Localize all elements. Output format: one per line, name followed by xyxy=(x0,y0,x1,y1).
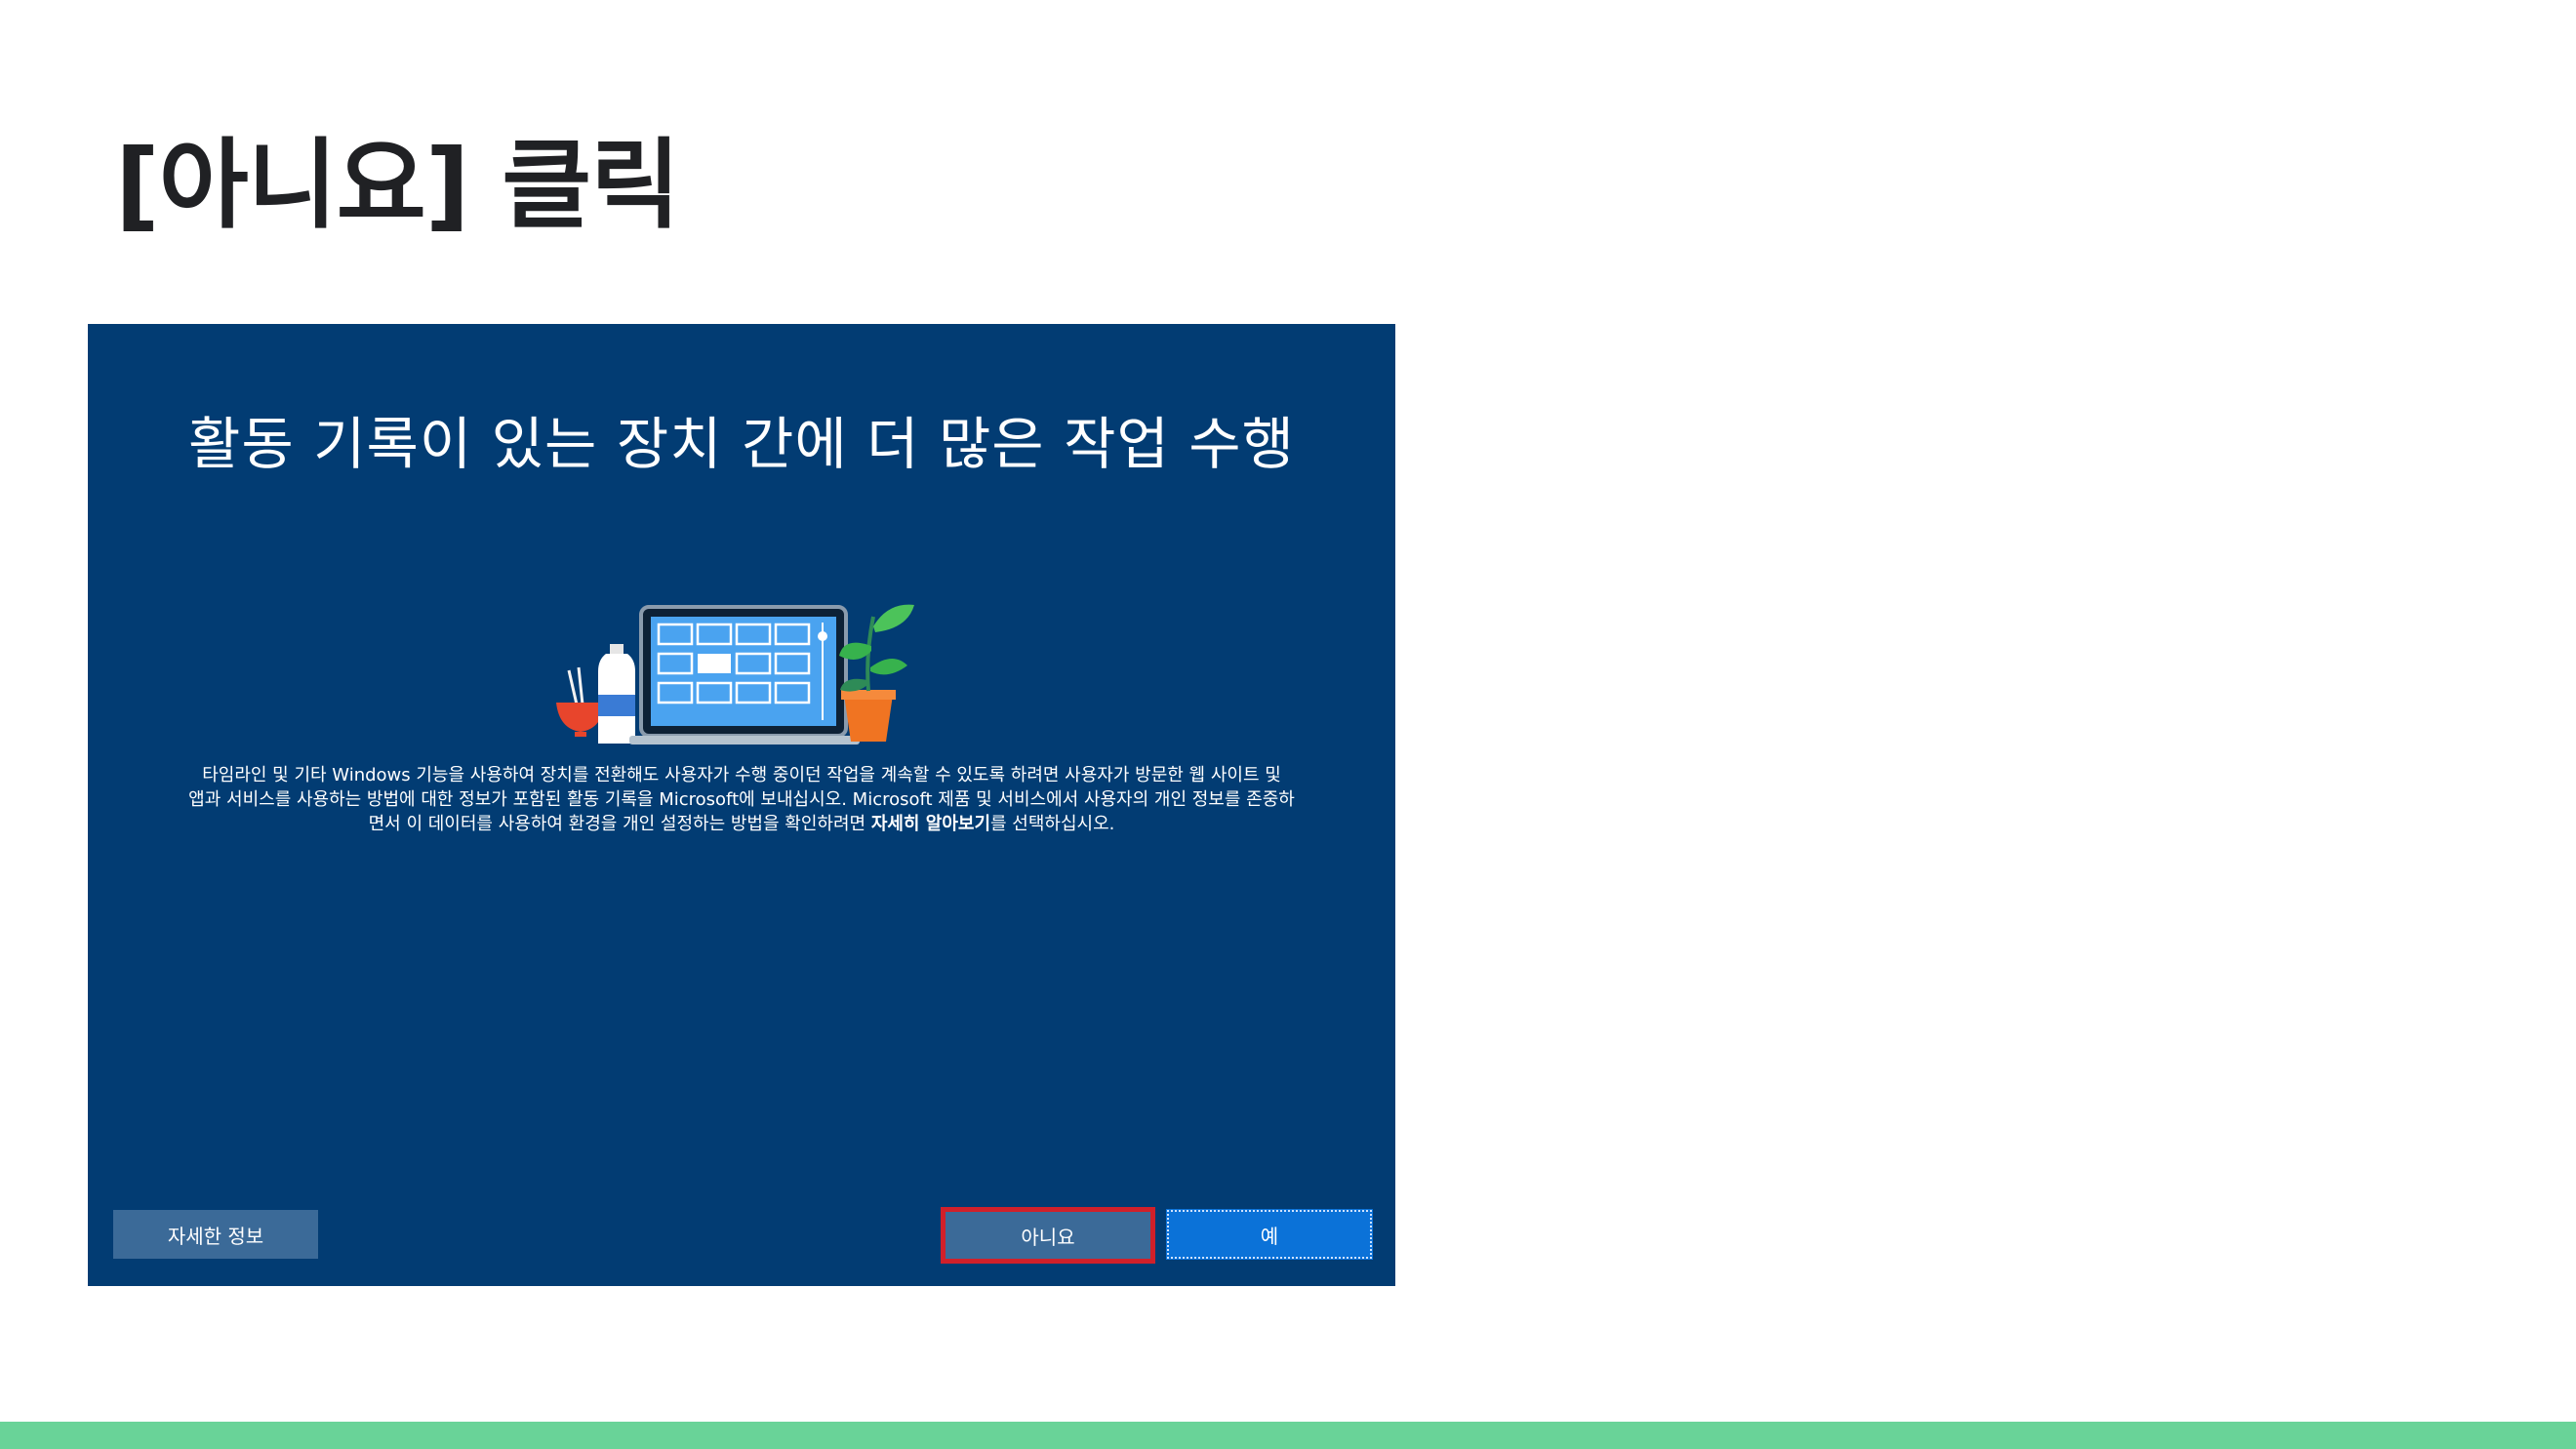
oobe-description-line-3: 면서 이 데이터를 사용하여 환경을 개인 설정하는 방법을 확인하려면 자세히… xyxy=(141,812,1342,836)
oobe-heading: 활동 기록이 있는 장치 간에 더 많은 작업 수행 xyxy=(188,411,1295,477)
oobe-description-line-1: 타임라인 및 기타 Windows 기능을 사용하여 장치를 전환해도 사용자가… xyxy=(202,765,1281,785)
windows-oobe-screenshot: 활동 기록이 있는 장치 간에 더 많은 작업 수행 타임라인 및 기타 Win… xyxy=(88,324,1395,1286)
slide-title: [아니요] 클릭 xyxy=(115,128,680,242)
oobe-description: 타임라인 및 기타 Windows 기능을 사용하여 장치를 전환해도 사용자가… xyxy=(141,763,1342,836)
slide-accent-bar xyxy=(0,1422,2576,1449)
oobe-description-line-3-end: 를 선택하십시오. xyxy=(990,814,1115,834)
oobe-description-line-3-start: 면서 이 데이터를 사용하여 환경을 개인 설정하는 방법을 확인하려면 xyxy=(368,814,871,834)
learn-more-button[interactable]: 자세한 정보 xyxy=(113,1210,318,1259)
learn-more-link[interactable]: 자세히 알아보기 xyxy=(871,814,990,834)
oobe-description-line-2: 앱과 서비스를 사용하는 방법에 대한 정보가 포함된 활동 기록을 Micro… xyxy=(188,789,1295,810)
laptop-timeline-illustration-icon xyxy=(556,604,914,745)
yes-button[interactable]: 예 xyxy=(1166,1209,1373,1260)
no-button[interactable]: 아니요 xyxy=(941,1207,1155,1264)
